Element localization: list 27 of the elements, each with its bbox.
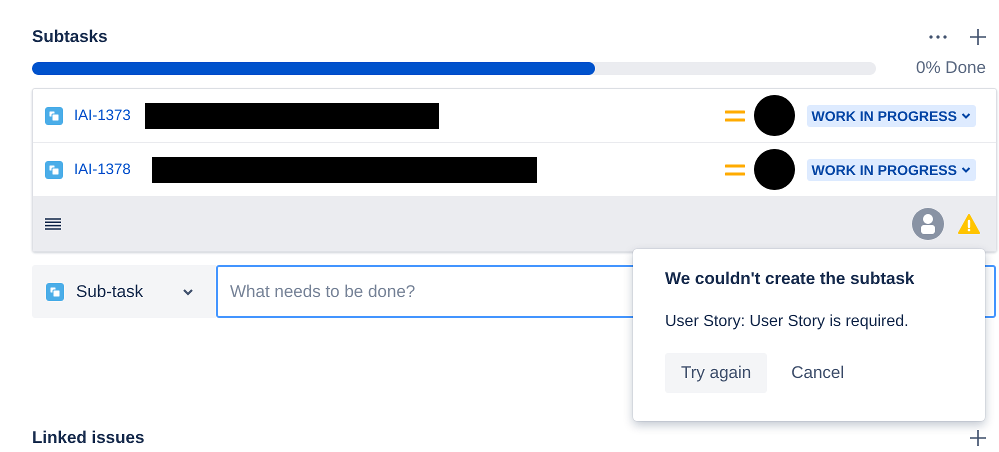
chevron-down-icon [182, 288, 194, 296]
status-dropdown[interactable]: WORK IN PROGRESS [806, 158, 976, 180]
more-icon[interactable] [929, 35, 947, 39]
section-title: Subtasks [32, 27, 108, 47]
status-dropdown[interactable]: WORK IN PROGRESS [806, 104, 976, 126]
add-icon[interactable] [969, 429, 987, 447]
subtask-icon [45, 106, 63, 124]
issue-type-dropdown[interactable]: Sub-task [32, 265, 216, 318]
chevron-down-icon [961, 112, 971, 120]
avatar[interactable] [754, 149, 795, 190]
section-title: Linked issues [32, 428, 144, 448]
list-icon[interactable] [45, 218, 61, 230]
subtask-icon [45, 160, 63, 178]
chevron-down-icon [961, 166, 971, 174]
issue-key-link[interactable]: IAI-1373 [74, 107, 131, 124]
cancel-button[interactable]: Cancel [775, 353, 860, 393]
try-again-button[interactable]: Try again [665, 353, 768, 393]
medium-priority-icon [724, 108, 745, 122]
add-icon[interactable] [969, 28, 987, 46]
avatar[interactable] [754, 95, 795, 136]
popup-title: We couldn't create the subtask [665, 269, 916, 289]
user-avatar-icon[interactable] [912, 208, 944, 240]
issue-key-link[interactable]: IAI-1378 [74, 161, 131, 178]
subtask-icon [46, 282, 64, 300]
medium-priority-icon [724, 162, 745, 176]
warning-icon [958, 214, 980, 234]
progress-reading: 0% Done [916, 58, 986, 78]
